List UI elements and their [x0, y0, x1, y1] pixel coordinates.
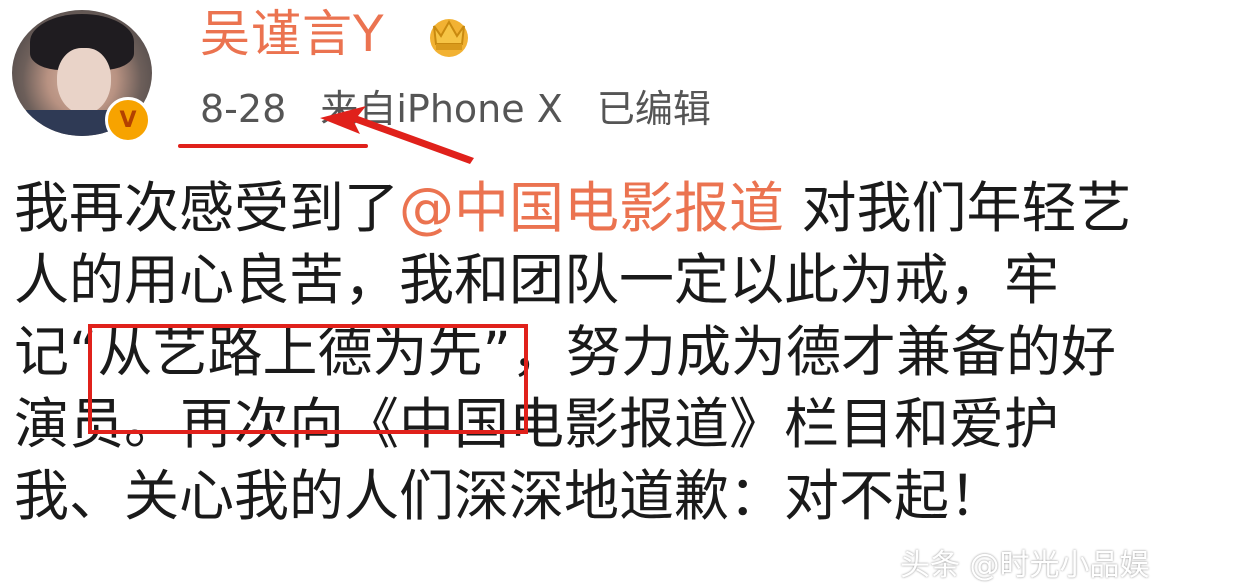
- content-text: 对我们年轻艺: [784, 176, 1132, 240]
- avatar-face: [57, 48, 111, 114]
- content-line-5: 我、关心我的人们深深地道歉：对不起！: [14, 464, 1005, 528]
- highlight-box-annotation: [88, 324, 528, 434]
- content-line-2: 人的用心良苦，我和团队一定以此为戒，牢: [14, 248, 1060, 312]
- content-line-1: 我再次感受到了@中国电影报道 对我们年轻艺: [14, 172, 1236, 244]
- mention-link[interactable]: @中国电影报道: [399, 176, 784, 240]
- username[interactable]: 吴谨言Y: [200, 4, 385, 64]
- verified-badge-icon: V: [105, 97, 151, 143]
- crown-icon: [430, 19, 468, 57]
- post-edited[interactable]: 已编辑: [597, 87, 711, 131]
- red-arrow-annotation: [320, 106, 474, 164]
- content-text: 我再次感受到了: [14, 176, 400, 240]
- watermark: 头条 @时光小品娱: [900, 548, 1150, 583]
- post-date[interactable]: 8-28: [200, 87, 286, 131]
